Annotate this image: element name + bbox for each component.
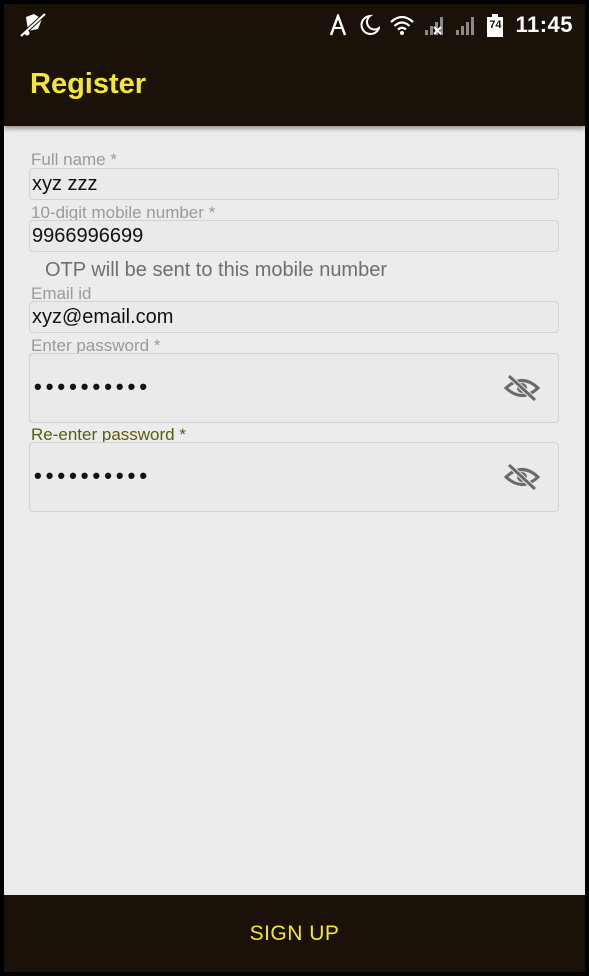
clock: 11:45 (515, 12, 573, 37)
do-not-disturb-moon-icon (358, 14, 382, 36)
password-field[interactable]: •••••••••• (29, 353, 559, 423)
eye-off-icon[interactable] (502, 460, 542, 494)
page-title: Register (30, 68, 147, 100)
wifi-icon (389, 14, 415, 36)
bottom-action-bar: SIGN UP (4, 895, 585, 972)
signal-no-sim-icon (424, 14, 446, 36)
otp-hint: OTP will be sent to this mobile number (45, 259, 388, 281)
mobile-field[interactable]: 9966996699 (29, 220, 559, 252)
app-bar: Register (4, 46, 585, 126)
signal-icon (455, 14, 477, 36)
status-icons: 74 11:45 (327, 4, 573, 46)
full-name-label: Full name * (31, 150, 117, 169)
email-field[interactable]: xyz@email.com (29, 301, 559, 333)
auto-brightness-icon (327, 12, 349, 36)
battery-icon: 74 (486, 14, 504, 37)
mobile-value: 9966996699 (32, 225, 144, 247)
eye-off-icon[interactable] (502, 371, 542, 405)
confirm-password-field[interactable]: •••••••••• (29, 442, 559, 512)
status-bar: 74 11:45 (4, 4, 585, 46)
confirm-password-value: •••••••••• (34, 463, 152, 488)
app-screen: 74 11:45 Register Full name * xyz zzz 10… (4, 4, 585, 972)
email-value: xyz@email.com (32, 306, 174, 328)
full-name-field[interactable]: xyz zzz (29, 168, 559, 200)
signup-button[interactable]: SIGN UP (220, 912, 370, 956)
full-name-value: xyz zzz (32, 173, 98, 195)
notifications-muted-icon (18, 11, 48, 39)
battery-level: 74 (489, 19, 502, 31)
password-value: •••••••••• (34, 374, 152, 399)
